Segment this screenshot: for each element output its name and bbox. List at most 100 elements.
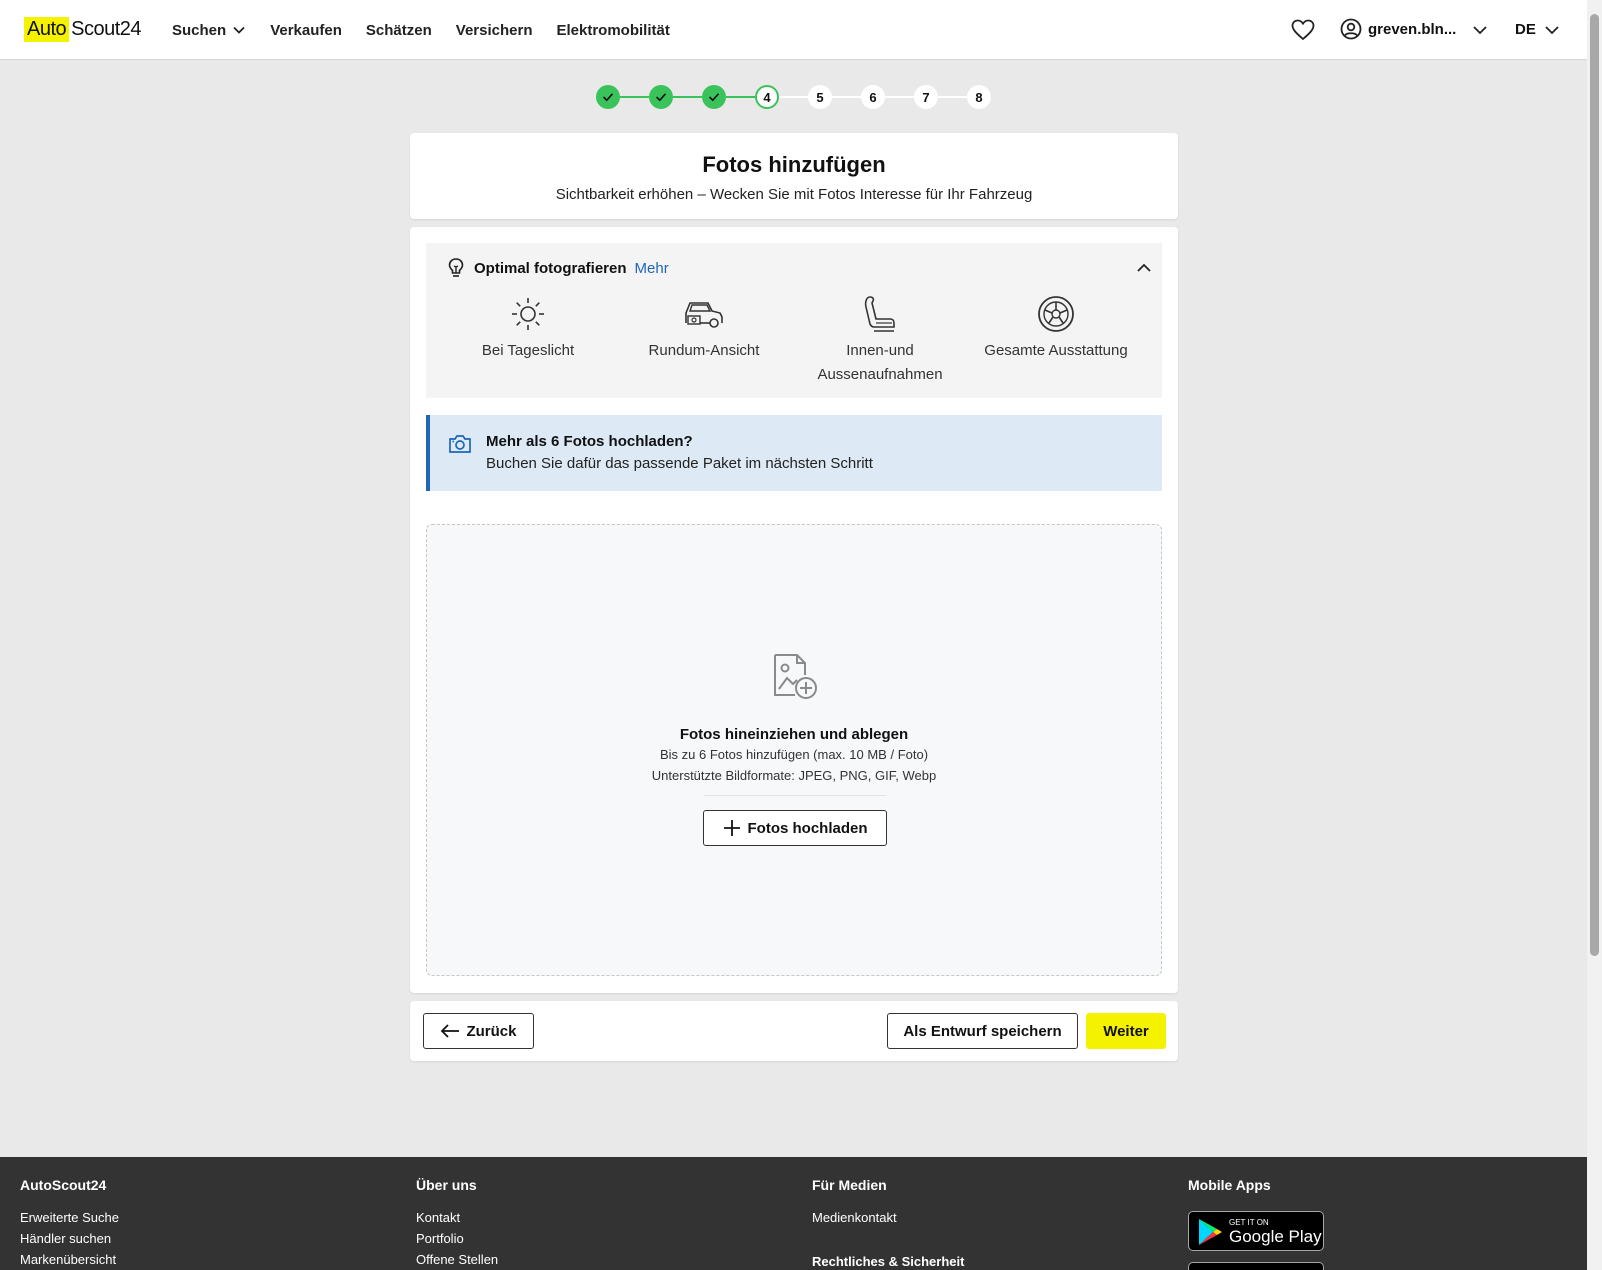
tip-label: Innen-und Aussenaufnahmen bbox=[817, 342, 943, 383]
nav-versichern[interactable]: Versichern bbox=[456, 22, 533, 39]
page-title: Fotos hinzufügen bbox=[702, 152, 886, 177]
heart-icon[interactable] bbox=[1291, 19, 1315, 41]
user-menu[interactable]: greven.bln... bbox=[1340, 18, 1456, 40]
language-selector[interactable]: DE bbox=[1515, 21, 1560, 38]
footer-link[interactable]: Medienkontakt bbox=[812, 1207, 964, 1228]
footer-heading: Für Medien bbox=[812, 1177, 887, 1193]
footer-col-autoscout24: AutoScout24 Erweiterte Suche Händler suc… bbox=[20, 1157, 119, 1270]
chevron-down-icon bbox=[233, 26, 245, 34]
scrollbar-thumb[interactable] bbox=[1590, 14, 1599, 956]
step-1 bbox=[596, 85, 620, 109]
photo-dropzone[interactable]: Fotos hineinziehen und ablegen Bis zu 6 … bbox=[426, 524, 1162, 976]
step-5: 5 bbox=[808, 85, 832, 109]
language-label: DE bbox=[1515, 21, 1536, 38]
tip-label: Bei Tageslicht bbox=[481, 342, 575, 359]
step-connector bbox=[779, 96, 808, 98]
check-icon bbox=[602, 93, 614, 102]
title-card: Fotos hinzufügen Sichtbarkeit erhöhen – … bbox=[410, 133, 1178, 219]
footer-col-medien: Für Medien Medienkontakt Rechtliches & S… bbox=[812, 1157, 964, 1269]
footer-col-ueber-uns: Über uns Kontakt Portfolio Offene Stelle… bbox=[416, 1157, 498, 1270]
image-add-icon bbox=[774, 654, 817, 699]
more-photos-info: Mehr als 6 Fotos hochladen? Buchen Sie d… bbox=[426, 415, 1162, 491]
back-label: Zurück bbox=[466, 1022, 517, 1040]
save-draft-button[interactable]: Als Entwurf speichern bbox=[887, 1013, 1078, 1049]
action-bar: Zurück Als Entwurf speichern Weiter bbox=[410, 1001, 1178, 1061]
nav-schaetzen[interactable]: Schätzen bbox=[366, 22, 432, 39]
top-header: Auto Scout24 Suchen Verkaufen Schätzen Ve… bbox=[0, 0, 1587, 60]
nav-versichern-label: Versichern bbox=[455, 21, 533, 39]
step-7: 7 bbox=[914, 85, 938, 109]
step-connector bbox=[885, 96, 914, 98]
nav-verkaufen-label: Verkaufen bbox=[270, 21, 342, 39]
user-avatar-icon bbox=[1340, 18, 1362, 40]
camera-icon bbox=[449, 435, 471, 453]
chevron-up-icon[interactable] bbox=[1136, 261, 1152, 275]
photo-tips-panel: Optimal fotografieren Mehr Bei Tageslich… bbox=[426, 243, 1162, 398]
footer-link[interactable]: Markenübersicht bbox=[20, 1249, 119, 1270]
nav-suchen[interactable]: Suchen bbox=[172, 22, 246, 39]
footer-col-mobile-apps: Mobile Apps bbox=[1188, 1157, 1271, 1207]
photo-upload-card: Optimal fotografieren Mehr Bei Tageslich… bbox=[410, 227, 1178, 993]
step-connector bbox=[832, 96, 861, 98]
footer-heading: AutoScout24 bbox=[20, 1177, 107, 1193]
app-store-badge[interactable] bbox=[1188, 1262, 1324, 1270]
nav-suchen-label: Suchen bbox=[172, 21, 227, 39]
user-name: greven.bln... bbox=[1368, 20, 1457, 38]
tip-daylight: Bei Tageslicht bbox=[440, 295, 616, 363]
car-seat-icon bbox=[864, 296, 895, 332]
nav-verkaufen[interactable]: Verkaufen bbox=[270, 22, 342, 39]
page-scrollbar[interactable] bbox=[1587, 0, 1602, 1270]
google-play-badge[interactable]: GET IT ON Google Play bbox=[1188, 1211, 1324, 1251]
check-icon bbox=[708, 93, 720, 102]
upload-photos-label: Fotos hochladen bbox=[747, 819, 868, 837]
footer-subheading: Rechtliches & Sicherheit bbox=[812, 1254, 965, 1269]
footer-link[interactable]: Portfolio bbox=[416, 1228, 498, 1249]
page-subtitle: Sichtbarkeit erhöhen – Wecken Sie mit Fo… bbox=[555, 186, 1033, 203]
step-8: 8 bbox=[967, 85, 991, 109]
tips-more-link[interactable]: Mehr bbox=[635, 260, 669, 277]
check-icon bbox=[655, 93, 667, 102]
tip-label: Gesamte Ausstattung bbox=[984, 342, 1128, 359]
step-connector bbox=[673, 96, 702, 98]
step-6: 6 bbox=[861, 85, 885, 109]
google-play-big-text: Google Play bbox=[1229, 1227, 1322, 1246]
site-footer: AutoScout24 Erweiterte Suche Händler suc… bbox=[0, 1157, 1587, 1270]
footer-heading: Mobile Apps bbox=[1188, 1177, 1271, 1193]
upload-photos-button[interactable]: Fotos hochladen bbox=[703, 810, 887, 846]
step-2 bbox=[649, 85, 673, 109]
step-4: 4 bbox=[755, 85, 779, 109]
nav-elektromobilitaet[interactable]: Elektromobilität bbox=[556, 22, 669, 39]
nav-schaetzen-label: Schätzen bbox=[365, 21, 432, 39]
next-button[interactable]: Weiter bbox=[1086, 1013, 1166, 1049]
main-nav: Suchen Verkaufen Schätzen Versichern Ele… bbox=[172, 0, 670, 60]
dropzone-title: Fotos hineinziehen und ablegen bbox=[679, 726, 909, 743]
dropzone-limit: Bis zu 6 Fotos hinzufügen (max. 10 MB / … bbox=[659, 747, 929, 762]
step-3 bbox=[702, 85, 726, 109]
arrow-left-icon bbox=[441, 1024, 460, 1038]
dropzone-formats: Unterstützte Bildformate: JPEG, PNG, GIF… bbox=[651, 768, 937, 783]
info-title: Mehr als 6 Fotos hochladen? bbox=[486, 433, 693, 450]
tip-interior-exterior: Innen-und Aussenaufnahmen bbox=[792, 295, 968, 387]
steering-wheel-icon bbox=[1038, 296, 1074, 332]
back-button[interactable]: Zurück bbox=[423, 1013, 534, 1049]
tip-equipment: Gesamte Ausstattung bbox=[968, 295, 1144, 363]
step-connector bbox=[620, 96, 649, 98]
footer-link[interactable]: Kontakt bbox=[416, 1207, 498, 1228]
nav-elektromobilitaet-label: Elektromobilität bbox=[556, 21, 670, 39]
car-view-icon bbox=[685, 302, 723, 328]
footer-link[interactable]: Erweiterte Suche bbox=[20, 1207, 119, 1228]
tips-heading: Optimal fotografieren bbox=[474, 259, 627, 277]
google-play-icon bbox=[1199, 1219, 1222, 1245]
lightbulb-icon bbox=[448, 258, 464, 277]
footer-link[interactable]: Händler suchen bbox=[20, 1228, 119, 1249]
chevron-down-icon bbox=[1545, 25, 1559, 34]
plus-icon bbox=[723, 820, 740, 836]
info-text: Buchen Sie dafür das passende Paket im n… bbox=[486, 455, 873, 472]
autoscout24-logo[interactable]: Auto Scout24 bbox=[24, 17, 142, 42]
dropzone-divider bbox=[704, 795, 886, 796]
footer-link[interactable]: Offene Stellen bbox=[416, 1249, 498, 1270]
sun-icon bbox=[512, 298, 544, 330]
logo-auto-text: Auto bbox=[24, 17, 70, 42]
chevron-down-icon[interactable] bbox=[1472, 23, 1488, 37]
save-draft-label: Als Entwurf speichern bbox=[903, 1022, 1062, 1040]
